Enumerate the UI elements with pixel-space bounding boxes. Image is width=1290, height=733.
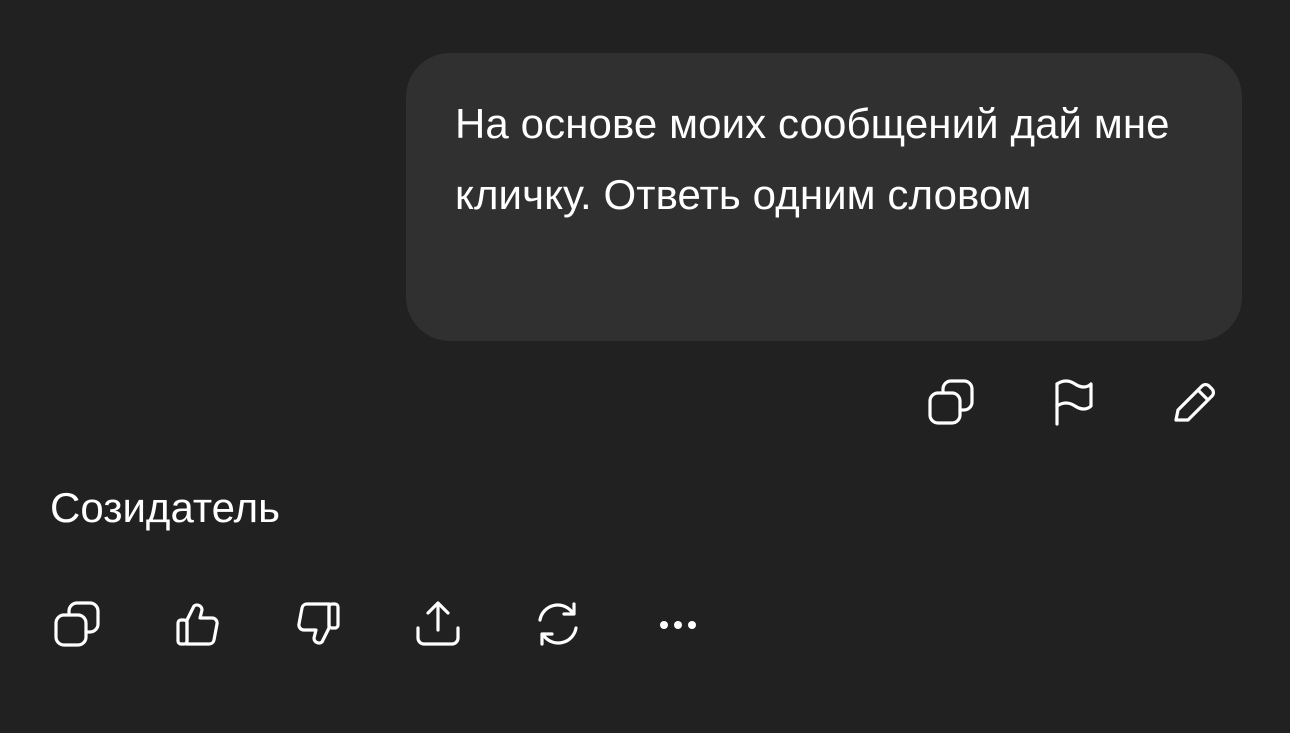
thumbs-down-icon [297, 602, 340, 645]
like-button[interactable] [168, 596, 228, 652]
user-message-bubble: На основе моих сообщений дай мне кличку.… [406, 53, 1242, 341]
refresh-icon [538, 602, 578, 646]
user-report-button[interactable] [1043, 374, 1103, 430]
user-message-actions [922, 374, 1224, 430]
user-copy-button[interactable] [922, 374, 982, 430]
pencil-icon [1174, 383, 1215, 422]
chat-thread: На основе моих сообщений дай мне кличку.… [0, 0, 1290, 733]
copy-icon [54, 601, 100, 647]
assistant-message-actions [48, 596, 768, 652]
copy-icon [928, 379, 974, 425]
flag-icon [1055, 379, 1093, 426]
assistant-copy-button[interactable] [48, 596, 108, 652]
user-message-text: На основе моих сообщений дай мне кличку.… [455, 100, 1170, 218]
more-icon [660, 621, 696, 629]
share-button[interactable] [408, 596, 468, 652]
more-options-button[interactable] [648, 596, 708, 652]
dislike-button[interactable] [288, 596, 348, 652]
user-edit-button[interactable] [1164, 374, 1224, 430]
share-icon [416, 601, 460, 646]
regenerate-button[interactable] [528, 596, 588, 652]
assistant-message-text: Созидатель [50, 484, 280, 531]
thumbs-up-icon [176, 603, 219, 646]
